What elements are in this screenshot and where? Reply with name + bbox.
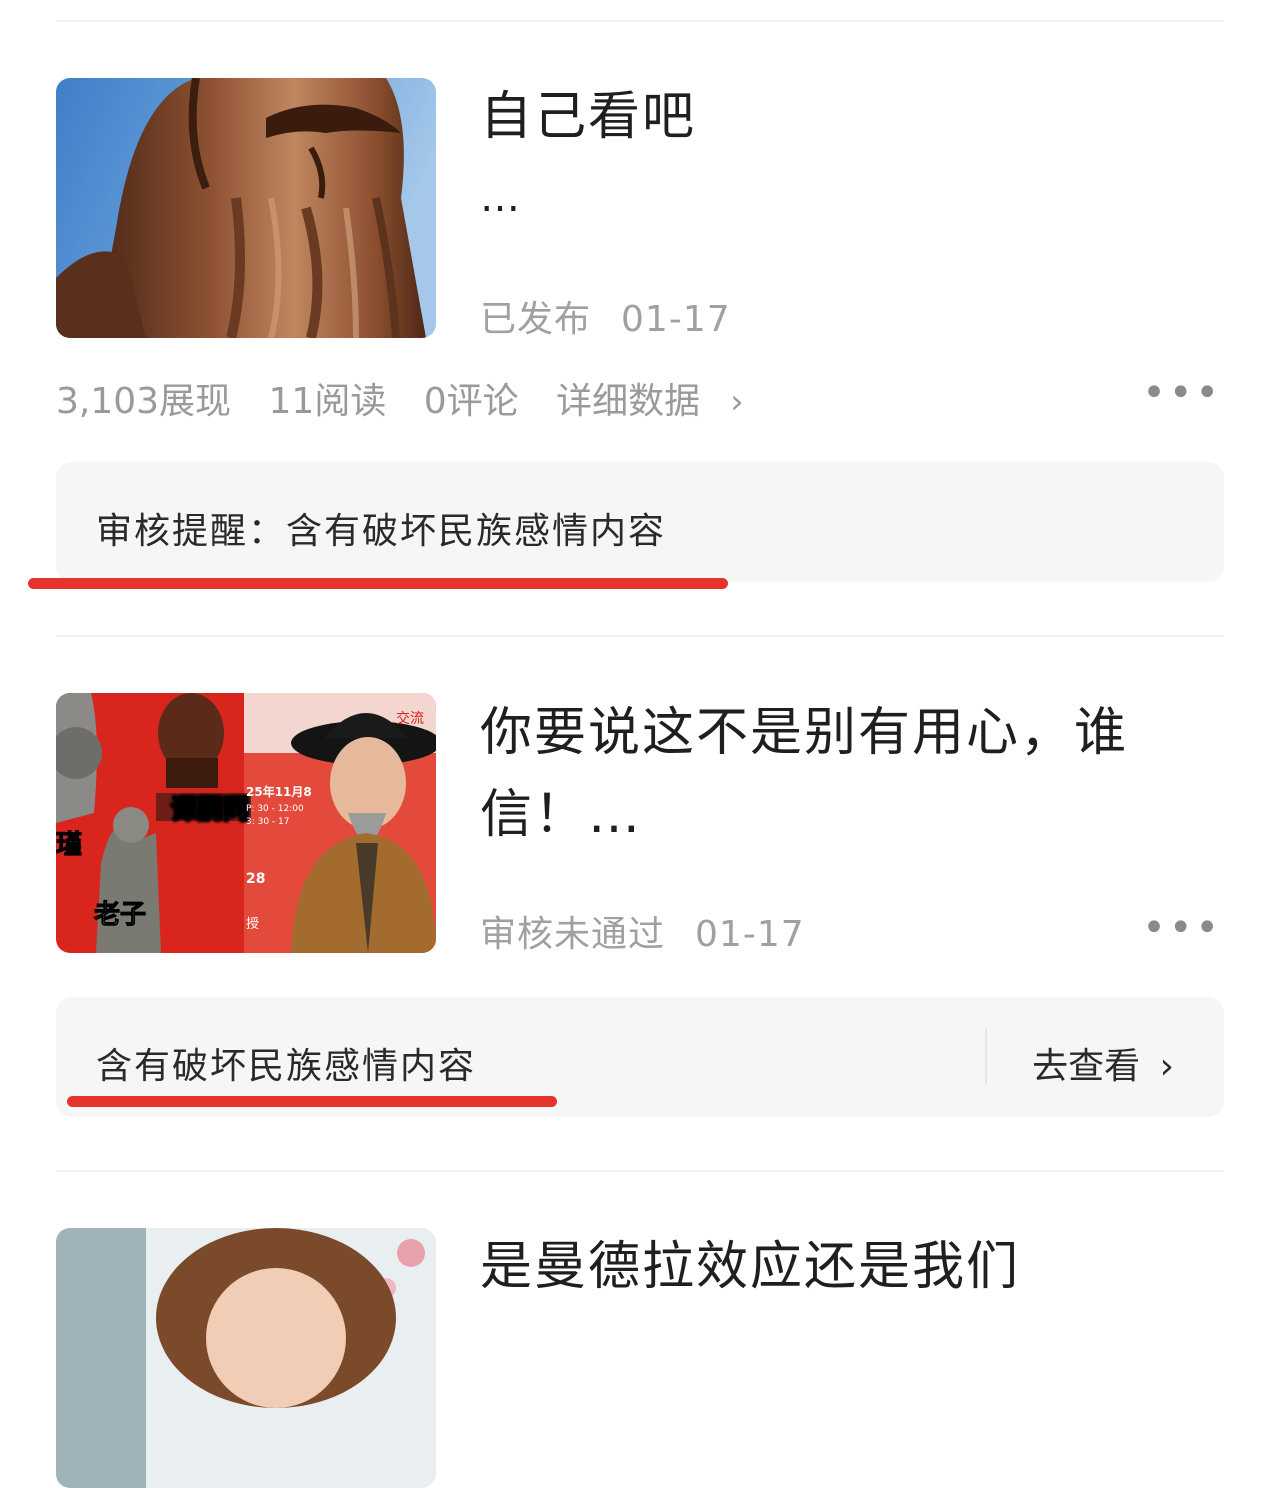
bronze-statue-image <box>56 78 436 338</box>
comments-count: 0评论 <box>423 381 519 422</box>
thumb-label-tan: 谭嗣同 <box>171 795 249 825</box>
thumb-label-time1: P: 30 - 12:00 <box>246 804 304 814</box>
thumb-label-date: 25年11月8 <box>246 784 312 799</box>
article-1-status: 已发布 <box>480 299 592 340</box>
red-underline-annotation <box>28 578 728 589</box>
thumb-label-jiaoliu: 交流 <box>396 710 424 727</box>
article-1-status-line: 已发布 01-17 <box>480 290 731 342</box>
divider-top <box>56 20 1224 22</box>
woman-portrait-image <box>56 1228 436 1488</box>
red-underline-annotation <box>67 1096 557 1107</box>
article-3-title[interactable]: 是曼德拉效应还是我们 <box>480 1226 1020 1308</box>
article-2-status-line: 审核未通过 01-17 <box>480 905 805 957</box>
chevron-right-icon: › <box>730 382 744 422</box>
detailed-data-label: 详细数据 <box>556 381 701 422</box>
thumb-label-jin: 瑾 <box>56 830 82 860</box>
review-notice-text: 含有破坏民族感情内容 <box>96 1046 477 1087</box>
article-2-date: 01-17 <box>695 914 805 955</box>
article-1-title[interactable]: 自己看吧 <box>480 76 696 158</box>
article-3-thumbnail[interactable] <box>56 1228 436 1488</box>
impressions-count: 3,103展现 <box>56 381 232 422</box>
detailed-data-link[interactable]: 详细数据 › <box>556 381 770 422</box>
article-2-thumbnail[interactable]: 谭嗣同 瑾 老子 25年11月8 P: 30 - 12:00 3: 30 - 1… <box>56 693 436 953</box>
thumb-label-laozi: 老子 <box>94 900 146 930</box>
article-1-stats: 3,103展现 11阅读 0评论 详细数据 › <box>56 372 796 424</box>
notice-separator <box>985 1029 987 1085</box>
go-view-button[interactable]: 去查看 › <box>1032 1037 1174 1089</box>
thumb-label-shou: 授 <box>246 917 259 932</box>
article-1-review-notice: 审核提醒：含有破坏民族感情内容 <box>56 462 1224 582</box>
article-1-date: 01-17 <box>621 299 731 340</box>
thumb-label-time2: 3: 30 - 17 <box>246 817 290 827</box>
collage-image: 谭嗣同 瑾 老子 25年11月8 P: 30 - 12:00 3: 30 - 1… <box>56 693 436 953</box>
divider-1 <box>56 635 1224 637</box>
more-dots-icon[interactable]: ••• <box>1142 908 1222 948</box>
reads-count: 11阅读 <box>268 381 387 422</box>
go-view-label: 去查看 <box>1032 1046 1141 1087</box>
more-dots-icon[interactable]: ••• <box>1142 373 1222 413</box>
article-2-title-line-2[interactable]: 信！… <box>480 774 642 856</box>
article-1-title-ellipsis: … <box>480 175 522 221</box>
article-2-status: 审核未通过 <box>480 914 666 955</box>
divider-2 <box>56 1170 1224 1172</box>
article-2-title-line-1[interactable]: 你要说这不是别有用心，谁 <box>480 692 1128 774</box>
chevron-right-icon: › <box>1159 1046 1174 1087</box>
thumb-label-28: 28 <box>246 871 265 887</box>
article-1-thumbnail[interactable] <box>56 78 436 338</box>
review-notice-text: 审核提醒：含有破坏民族感情内容 <box>96 511 667 552</box>
